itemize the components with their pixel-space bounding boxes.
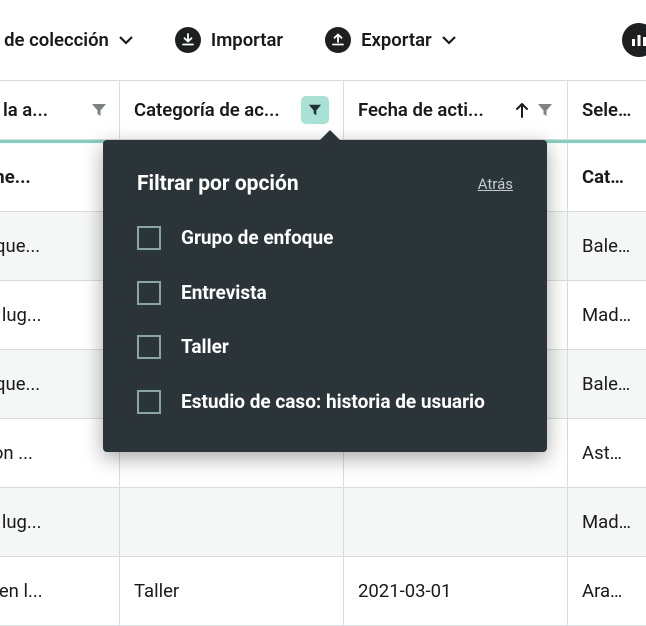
cell: enfoque... (0, 373, 40, 395)
download-icon (175, 27, 201, 53)
export-dropdown[interactable]: Exportar (325, 27, 456, 53)
column-header[interactable]: de la a... (0, 81, 120, 139)
filter-back-link[interactable]: Atrás (478, 175, 513, 193)
filter-option[interactable]: Estudio de caso: historia de usuario (137, 388, 513, 417)
filter-icon[interactable] (91, 102, 107, 118)
cell: Madrid (582, 511, 632, 533)
cell: Balears (582, 373, 632, 395)
collection-link-label: ace de colección (0, 29, 109, 51)
filter-option[interactable]: Grupo de enfoque (137, 224, 513, 253)
import-label: Importar (211, 29, 283, 51)
checkbox-icon[interactable] (137, 226, 161, 250)
cell: a los lug... (0, 511, 42, 533)
collection-link-dropdown[interactable]: ace de colección (0, 29, 133, 51)
import-button[interactable]: Importar (175, 27, 283, 53)
column-label: Fecha de acti... (358, 99, 507, 121)
cell: Asturia (582, 442, 632, 464)
toolbar: ace de colección Importar Exportar (0, 0, 646, 80)
upload-icon (325, 27, 351, 53)
column-header[interactable]: Selecc (568, 81, 646, 139)
column-label: Selecc (582, 99, 632, 121)
arrow-up-icon[interactable] (515, 102, 529, 118)
table-row[interactable]: a los lug... Madrid (0, 488, 646, 557)
column-header[interactable]: Fecha de acti... (344, 81, 568, 139)
filter-icon-active[interactable] (301, 96, 329, 124)
cell: a los lug... (0, 304, 42, 326)
filter-option-label: Estudio de caso: historia de usuario (181, 388, 485, 417)
cell: 2021-03-01 (358, 580, 451, 602)
filter-popover: Filtrar por opción Atrás Grupo de enfoqu… (103, 140, 547, 452)
column-label: de la a... (0, 99, 83, 121)
filter-option-label: Taller (181, 333, 229, 362)
column-header[interactable]: Categoría de ac... (120, 81, 344, 139)
cell: Madrid (582, 304, 632, 326)
cell: ndame... (0, 166, 31, 188)
menu-circle-button[interactable] (622, 23, 646, 57)
column-label: Categoría de ac... (134, 99, 293, 121)
filter-option[interactable]: Entrevista (137, 279, 513, 308)
cell: ASH en l... (0, 580, 43, 602)
filter-option-label: Entrevista (181, 279, 267, 308)
cell: Catalu (582, 166, 632, 188)
chevron-down-icon (442, 35, 456, 45)
filter-title: Filtrar por opción (137, 172, 299, 196)
checkbox-icon[interactable] (137, 335, 161, 359)
cell: Aragon (582, 580, 632, 602)
checkbox-icon[interactable] (137, 390, 161, 414)
filter-option[interactable]: Taller (137, 333, 513, 362)
export-label: Exportar (361, 29, 432, 51)
cell: Balears (582, 235, 632, 257)
table-row[interactable]: ASH en l... Taller 2021-03-01 Aragon (0, 557, 646, 626)
chevron-down-icon (119, 35, 133, 45)
cell: Taller (134, 580, 179, 602)
filter-icon[interactable] (537, 102, 553, 118)
bars-icon (631, 34, 646, 46)
filter-option-label: Grupo de enfoque (181, 224, 333, 253)
cell: up con ... (0, 442, 33, 464)
checkbox-icon[interactable] (137, 281, 161, 305)
cell: enfoque... (0, 235, 40, 257)
